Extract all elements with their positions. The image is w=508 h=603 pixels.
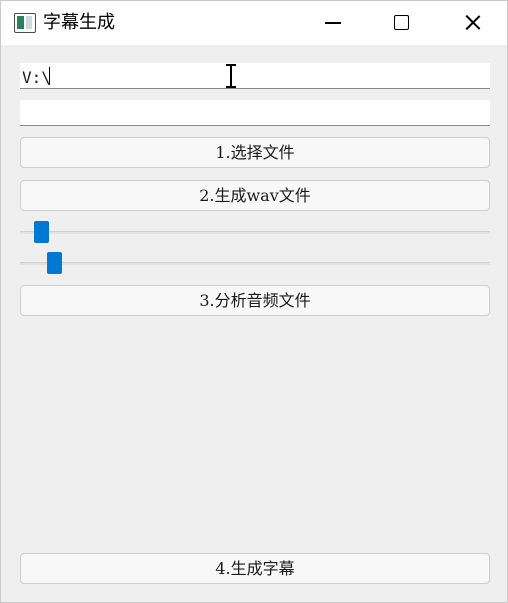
slider-1[interactable] [20, 221, 490, 243]
text-caret [49, 67, 50, 85]
window-title: 字幕生成 [43, 12, 115, 33]
slider-groove [20, 262, 490, 265]
maximize-button[interactable] [374, 1, 430, 45]
output-path-input[interactable] [20, 100, 490, 126]
file-path-input[interactable] [20, 63, 490, 89]
slider-2[interactable] [20, 252, 490, 274]
title-bar[interactable]: 字幕生成 [1, 1, 507, 45]
app-icon-left-pane [17, 16, 24, 29]
minimize-button[interactable] [305, 1, 361, 45]
minimize-icon [325, 22, 341, 24]
generate-subtitles-button[interactable]: 4.生成字幕 [20, 553, 490, 584]
slider-groove [20, 231, 490, 234]
analyze-audio-button[interactable]: 3.分析音频文件 [20, 285, 490, 316]
maximize-icon [394, 15, 409, 30]
generate-wav-button[interactable]: 2.生成wav文件 [20, 180, 490, 211]
app-icon-right-pane [26, 16, 32, 29]
subtitle-generator-window: 字幕生成 1.选择文件 2.生成wav文件 3.分析音频文件 4.生成字幕 [0, 0, 508, 603]
slider-handle[interactable] [34, 221, 49, 243]
slider-handle[interactable] [47, 252, 62, 274]
text-cursor-icon [225, 64, 237, 88]
close-button[interactable] [444, 1, 500, 45]
close-icon [464, 14, 481, 31]
select-file-button[interactable]: 1.选择文件 [20, 137, 490, 168]
app-window-icon [14, 13, 36, 33]
